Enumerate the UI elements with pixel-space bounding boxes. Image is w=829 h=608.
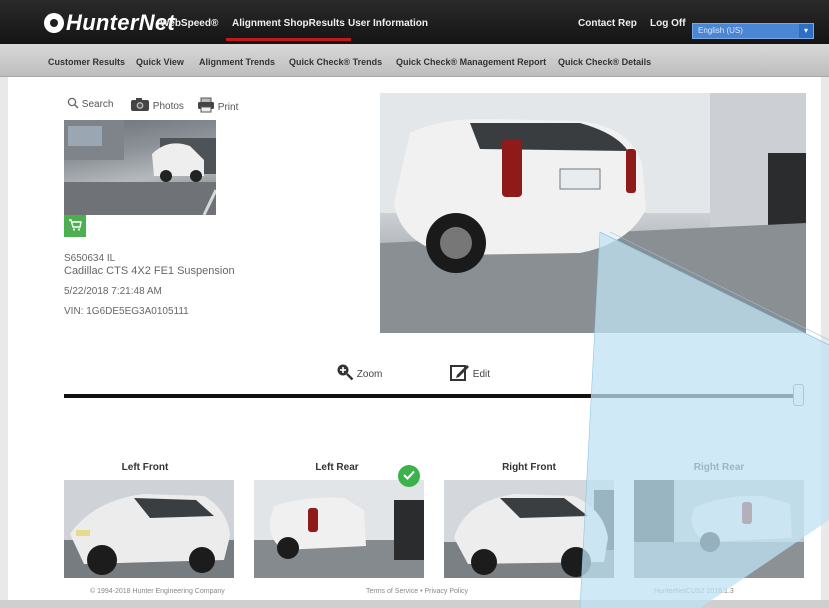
contact-rep-link[interactable]: Contact Rep [578, 18, 637, 29]
edit-label: Edit [472, 369, 491, 380]
edit-button[interactable]: Edit [450, 363, 490, 381]
nav-webspeed[interactable]: WebSpeed® [160, 18, 218, 29]
checkmark-glyph [403, 470, 415, 480]
logo-mark-icon [44, 13, 64, 33]
subnav-quick-view[interactable]: Quick View [136, 57, 184, 67]
thumbnail-left-front-image [64, 480, 234, 578]
thumbnail-left-front[interactable] [64, 480, 234, 578]
thumbnail-right-rear-image [634, 480, 804, 578]
vehicle-thumbnail-image [64, 120, 216, 215]
vehicle-thumbnail[interactable] [64, 120, 216, 215]
thumbnail-left-rear[interactable] [254, 480, 424, 578]
cart-icon-glyph [69, 219, 82, 231]
search-icon [67, 97, 79, 109]
subnav-alignment-trends[interactable]: Alignment Trends [199, 57, 275, 67]
footer-version: HunterNetCUS2 2018.1.3 [654, 588, 734, 595]
inspection-datetime: 5/22/2018 7:21:48 AM [64, 286, 162, 297]
zoom-button[interactable]: Zoom [336, 363, 382, 381]
sub-nav-bar: Customer Results Quick View Alignment Tr… [0, 44, 829, 77]
photos-label: Photos [152, 101, 184, 112]
logo-text: HunterNet [66, 10, 176, 35]
search-button[interactable]: Search [67, 97, 113, 110]
log-off-link[interactable]: Log Off [650, 18, 686, 29]
subnav-quick-check-trends[interactable]: Quick Check® Trends [289, 57, 382, 67]
view-label-right-rear: Right Rear [693, 462, 745, 473]
vehicle-vin: VIN: 1G6DE5EG3A0105111 [64, 306, 189, 317]
edit-icon [450, 365, 469, 381]
nav-alignment-shopresults[interactable]: Alignment ShopResults [226, 18, 351, 41]
main-vehicle-photo-image [380, 93, 806, 333]
vehicle-id: S650634 IL [64, 253, 116, 264]
checkmark-icon [398, 465, 420, 487]
main-vehicle-photo[interactable] [380, 93, 806, 333]
language-select[interactable]: English (US) ▾ [692, 23, 814, 39]
search-label: Search [81, 99, 114, 110]
thumbnail-right-front-image [444, 480, 614, 578]
view-label-left-front: Left Front [121, 462, 169, 473]
cart-icon[interactable] [64, 215, 86, 237]
printer-icon [198, 97, 214, 113]
zoom-label: Zoom [356, 369, 383, 380]
thumbnail-right-rear[interactable] [634, 480, 804, 578]
language-select-value: English (US) [698, 26, 743, 35]
photo-slider-thumb[interactable] [793, 384, 804, 406]
chevron-down-icon: ▾ [799, 24, 813, 38]
print-label: Print [217, 102, 239, 113]
photo-slider-track[interactable] [64, 394, 800, 398]
print-button[interactable]: Print [197, 97, 238, 113]
subnav-quick-check-management-report[interactable]: Quick Check® Management Report [396, 57, 546, 67]
nav-user-information[interactable]: User Information [348, 18, 428, 29]
zoom-icon [337, 364, 354, 381]
footer-terms-privacy[interactable]: Terms of Service • Privacy Policy [366, 588, 468, 595]
thumbnail-left-rear-image [254, 480, 424, 578]
footer-copyright: © 1994-2018 Hunter Engineering Company [90, 588, 225, 595]
subnav-quick-check-details[interactable]: Quick Check® Details [558, 57, 651, 67]
vehicle-model: Cadillac CTS 4X2 FE1 Suspension [64, 265, 235, 277]
hunternet-logo[interactable]: HunterNet [44, 10, 175, 36]
view-label-left-rear: Left Rear [315, 462, 359, 473]
subnav-customer-results[interactable]: Customer Results [48, 57, 125, 67]
thumbnail-right-front[interactable] [444, 480, 614, 578]
view-label-right-front: Right Front [502, 462, 556, 473]
camera-icon [131, 98, 149, 111]
top-nav-bar: HunterNet WebSpeed® Alignment ShopResult… [0, 0, 829, 44]
bottom-bar [0, 600, 829, 608]
photos-button[interactable]: Photos [130, 97, 184, 112]
